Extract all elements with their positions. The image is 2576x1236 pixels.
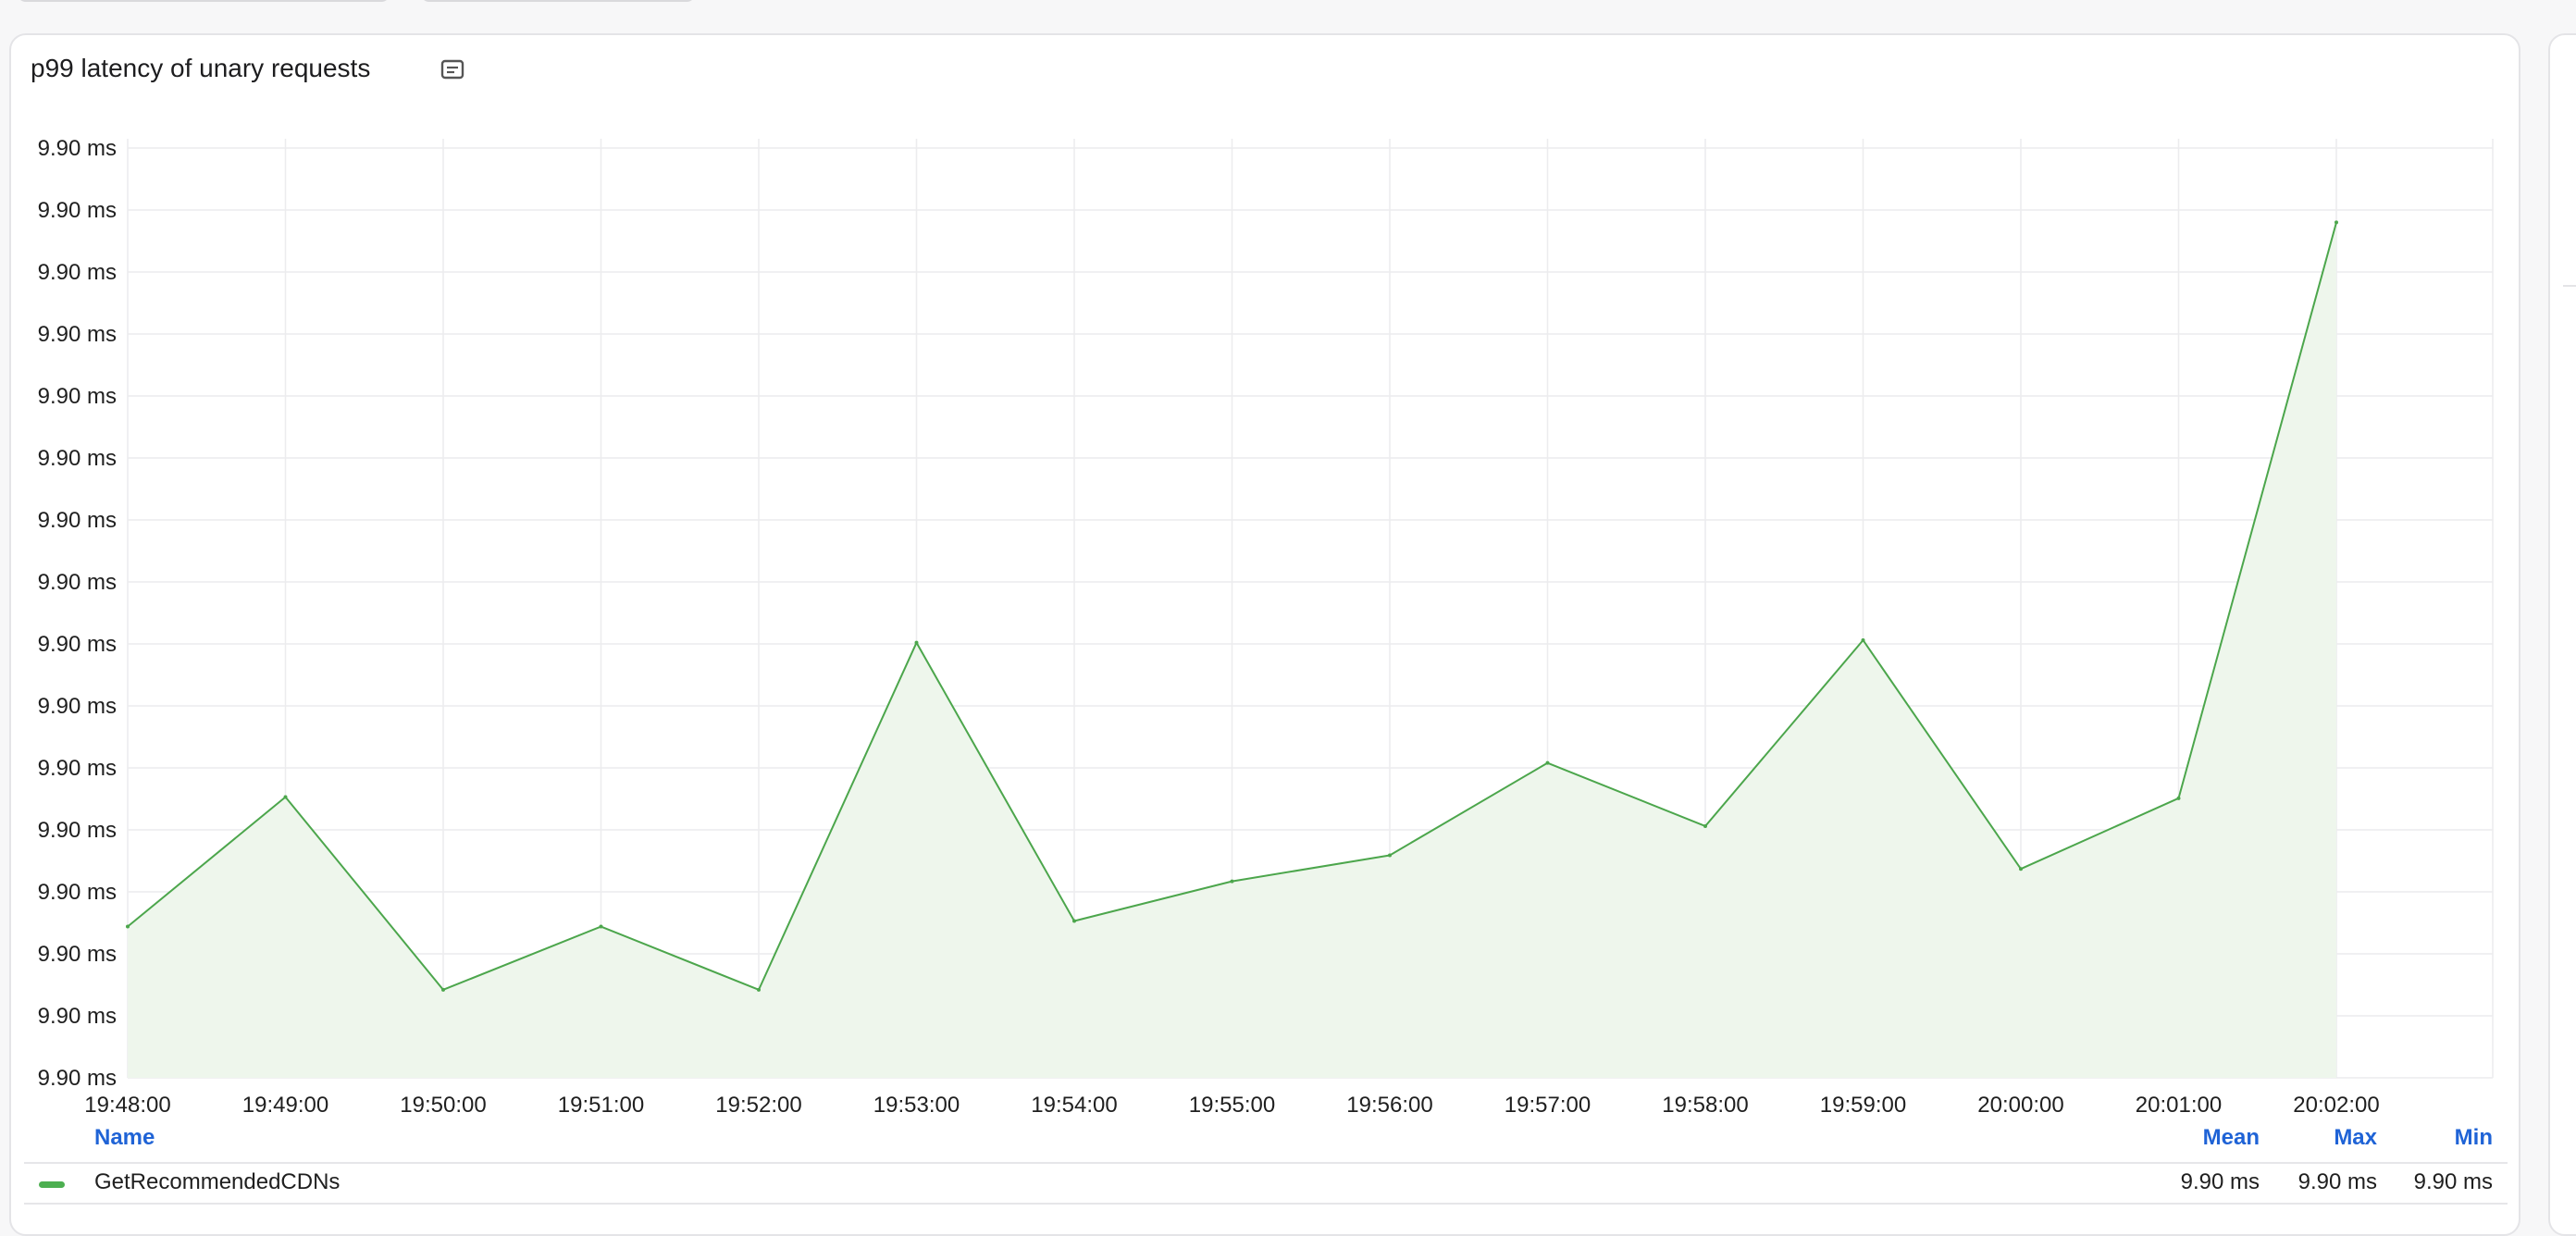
data-point[interactable] bbox=[599, 924, 603, 929]
x-tick-label: 19:55:00 bbox=[1189, 1093, 1275, 1118]
y-tick-label: 9.90 ms bbox=[38, 446, 117, 471]
legend-divider bbox=[24, 1162, 2508, 1164]
data-point[interactable] bbox=[1072, 919, 1076, 923]
data-point[interactable] bbox=[1230, 879, 1234, 884]
x-tick-label: 19:54:00 bbox=[1031, 1093, 1117, 1118]
x-tick-label: 19:58:00 bbox=[1662, 1093, 1748, 1118]
data-point[interactable] bbox=[914, 640, 919, 645]
x-tick-label: 20:02:00 bbox=[2293, 1093, 2379, 1118]
legend-series-name[interactable]: GetRecommendedCDNs bbox=[94, 1169, 340, 1195]
y-tick-label: 9.90 ms bbox=[38, 570, 117, 595]
y-tick-label: 9.90 ms bbox=[38, 508, 117, 533]
data-point[interactable] bbox=[126, 924, 130, 929]
legend-series-max: 9.90 ms bbox=[2297, 1169, 2377, 1194]
y-tick-label: 9.90 ms bbox=[38, 880, 117, 905]
y-tick-label: 9.90 ms bbox=[38, 1066, 117, 1091]
legend-row-divider bbox=[24, 1203, 2508, 1205]
data-point[interactable] bbox=[2334, 220, 2338, 225]
x-tick-label: 19:50:00 bbox=[400, 1093, 486, 1118]
y-tick-label: 9.90 ms bbox=[38, 818, 117, 843]
x-tick-label: 19:57:00 bbox=[1505, 1093, 1591, 1118]
x-tick-label: 19:49:00 bbox=[242, 1093, 328, 1118]
y-tick-label: 9.90 ms bbox=[38, 198, 117, 223]
y-tick-label: 9.90 ms bbox=[38, 756, 117, 781]
y-tick-label: 9.90 ms bbox=[38, 942, 117, 967]
x-tick-label: 19:52:00 bbox=[715, 1093, 801, 1118]
x-tick-label: 19:56:00 bbox=[1346, 1093, 1432, 1118]
x-tick-label: 19:59:00 bbox=[1820, 1093, 1906, 1118]
latency-chart: 9.90 ms 9.90 ms 9.90 ms 9.90 ms 9.90 ms 9.90 … bbox=[38, 136, 2494, 1118]
data-point[interactable] bbox=[441, 987, 445, 992]
y-tick-label: 9.90 ms bbox=[38, 384, 117, 409]
legend-series-swatch bbox=[39, 1181, 65, 1188]
legend-header-mean[interactable]: Mean bbox=[2203, 1125, 2260, 1151]
y-tick-label: 9.90 ms bbox=[38, 1004, 117, 1029]
legend-header-name[interactable]: Name bbox=[94, 1125, 155, 1151]
data-point[interactable] bbox=[2176, 796, 2181, 800]
data-point[interactable] bbox=[2019, 867, 2023, 871]
legend-header-min[interactable]: Min bbox=[2455, 1125, 2493, 1151]
data-point[interactable] bbox=[1388, 853, 1392, 858]
data-point[interactable] bbox=[1861, 637, 1865, 642]
y-tick-label: 9.90 ms bbox=[38, 632, 117, 657]
legend-series-mean: 9.90 ms bbox=[2180, 1169, 2260, 1194]
x-tick-label: 20:00:00 bbox=[1977, 1093, 2063, 1118]
data-point[interactable] bbox=[1703, 823, 1707, 828]
x-tick-label: 19:48:00 bbox=[84, 1093, 170, 1118]
legend-header-max[interactable]: Max bbox=[2334, 1125, 2377, 1151]
y-tick-label: 9.90 ms bbox=[38, 322, 117, 347]
y-tick-label: 9.90 ms bbox=[38, 694, 117, 719]
y-tick-label: 9.90 ms bbox=[38, 136, 117, 161]
data-point[interactable] bbox=[1545, 760, 1550, 765]
x-tick-label: 19:51:00 bbox=[558, 1093, 644, 1118]
legend-series-min: 9.90 ms bbox=[2413, 1169, 2493, 1194]
x-tick-label: 20:01:00 bbox=[2136, 1093, 2222, 1118]
x-tick-label: 19:53:00 bbox=[873, 1093, 960, 1118]
data-point[interactable] bbox=[757, 987, 761, 992]
y-tick-label: 9.90 ms bbox=[38, 260, 117, 285]
data-point[interactable] bbox=[283, 795, 288, 799]
